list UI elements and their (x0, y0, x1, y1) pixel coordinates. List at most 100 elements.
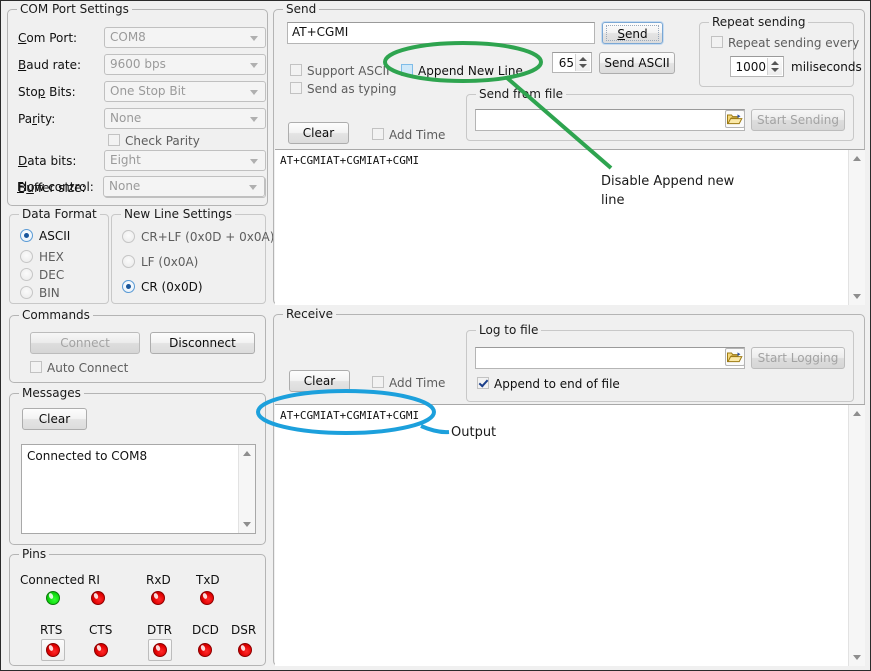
pin-led-dsr (238, 643, 252, 657)
repeat-sending-group: Repeat sending Repeat sending every 1000… (699, 22, 854, 87)
checkbox-box (372, 376, 384, 388)
messages-group: Messages Clear Connected to COM8 (9, 393, 266, 545)
repeat-interval-spinner[interactable]: 1000 (730, 56, 784, 77)
scroll-down-icon[interactable] (243, 522, 251, 527)
data-format-option-ascii[interactable]: ASCII (20, 229, 70, 243)
start-logging-button[interactable]: Start Logging (751, 347, 845, 369)
messages-scrollbar[interactable] (238, 445, 255, 533)
folder-open-icon[interactable] (725, 110, 745, 128)
annotation-text-disable-append: Disable Append new line (601, 172, 734, 210)
pin-label-cts: CTS (89, 623, 112, 637)
data-format-label-dec: DEC (39, 268, 64, 282)
scroll-up-icon[interactable] (243, 451, 251, 456)
send-ascii-button[interactable]: Send ASCII (599, 52, 675, 74)
receive-clear-label: Clear (304, 374, 335, 388)
folder-open-icon[interactable] (725, 348, 745, 366)
scroll-down-icon[interactable] (853, 294, 861, 299)
messages-log[interactable]: Connected to COM8 (21, 444, 256, 534)
receive-add-time-checkbox[interactable]: Add Time (372, 376, 445, 390)
send-clear-button[interactable]: Clear (288, 122, 349, 144)
send-ascii-label: Send ASCII (604, 56, 669, 70)
flow-control-label: Flow control: (17, 180, 94, 194)
pin-label-ri: RI (88, 573, 100, 587)
data-bits-label: Data bits: (18, 154, 76, 168)
receive-scrollbar[interactable] (848, 405, 865, 666)
append-new-line-label: Append New Line (418, 64, 523, 78)
chevron-down-icon (250, 159, 258, 164)
pin-label-connected: Connected (20, 573, 85, 587)
spinner-up-icon[interactable] (771, 61, 779, 65)
send-as-typing-checkbox[interactable]: Send as typing (290, 82, 396, 96)
connect-button[interactable]: Connect (30, 332, 140, 354)
check-parity-label: Check Parity (125, 134, 200, 148)
disconnect-button[interactable]: Disconnect (150, 332, 255, 354)
send-clear-label: Clear (303, 126, 334, 140)
com-port-select[interactable]: COM8 (104, 27, 266, 48)
radio-circle (20, 286, 33, 299)
scroll-up-icon[interactable] (853, 411, 861, 416)
spinner-buttons[interactable] (767, 58, 782, 75)
data-format-option-hex[interactable]: HEX (20, 250, 64, 264)
stop-bits-select[interactable]: One Stop Bit (104, 81, 266, 102)
radio-circle (122, 230, 135, 243)
receive-clear-button[interactable]: Clear (289, 370, 350, 392)
checkbox-box (108, 134, 120, 146)
data-format-option-bin[interactable]: BIN (20, 286, 60, 300)
repeat-sending-label: Repeat sending every (728, 36, 859, 50)
receive-output-area[interactable]: AT+CGMIAT+CGMIAT+CGMI (275, 404, 865, 666)
send-log-scrollbar[interactable] (848, 150, 865, 305)
log-file-path-input[interactable] (475, 347, 745, 369)
folder-open-glyph (726, 111, 744, 127)
pin-label-rts: RTS (40, 623, 62, 637)
send-add-time-checkbox[interactable]: Add Time (372, 128, 445, 142)
send-log-area[interactable]: AT+CGMIAT+CGMIAT+CGMI (275, 149, 865, 305)
send-file-path-input[interactable] (475, 109, 745, 131)
repeat-unit-label: miliseconds (791, 60, 862, 74)
send-group: Send AT+CGMI Send Support ASCII Append N… (273, 9, 865, 305)
start-sending-label: Start Sending (757, 113, 839, 127)
chevron-down-icon (250, 90, 258, 95)
new-line-option-crlf[interactable]: CR+LF (0x0D + 0x0A) (122, 230, 274, 244)
commands-title: Commands (19, 308, 93, 322)
baud-rate-select[interactable]: 9600 bps (104, 54, 266, 75)
send-command-value: AT+CGMI (292, 25, 348, 39)
checkbox-box (372, 128, 384, 140)
auto-connect-checkbox[interactable]: Auto Connect (30, 361, 128, 375)
scroll-down-icon[interactable] (853, 655, 861, 660)
append-new-line-checkbox[interactable]: Append New Line (401, 64, 523, 78)
messages-clear-button[interactable]: Clear (22, 408, 87, 430)
pin-label-dcd: DCD (192, 623, 219, 637)
data-format-group: Data Format ASCII HEX DEC BIN (9, 214, 109, 304)
pins-group: Pins Connected RI RxD TxD RTS CTS DTR DC… (9, 554, 266, 666)
start-sending-button[interactable]: Start Sending (751, 109, 845, 131)
data-format-option-dec[interactable]: DEC (20, 268, 64, 282)
spinner-down-icon[interactable] (579, 64, 587, 68)
check-parity-checkbox[interactable]: Check Parity (108, 134, 200, 148)
append-to-end-checkbox[interactable]: Append to end of file (477, 377, 620, 391)
chevron-down-icon (250, 117, 258, 122)
ascii-code-spinner[interactable]: 65 (552, 52, 592, 73)
repeat-sending-checkbox[interactable]: Repeat sending every (711, 36, 859, 50)
spinner-down-icon[interactable] (771, 68, 779, 72)
support-ascii-checkbox[interactable]: Support ASCII (290, 64, 390, 78)
commands-group: Commands Connect Disconnect Auto Connect (9, 315, 266, 383)
send-from-file-group: Send from file Start Sending (466, 94, 854, 141)
pin-led-ri (91, 591, 105, 605)
connect-label: Connect (60, 336, 110, 350)
spinner-up-icon[interactable] (579, 57, 587, 61)
chevron-down-icon (250, 36, 258, 41)
pin-label-dtr: DTR (147, 623, 172, 637)
messages-log-text: Connected to COM8 (27, 449, 237, 463)
data-bits-select[interactable]: Eight (104, 150, 266, 171)
chevron-down-icon (249, 185, 257, 190)
scroll-up-icon[interactable] (853, 156, 861, 161)
start-logging-label: Start Logging (758, 351, 839, 365)
send-command-input[interactable]: AT+CGMI (287, 22, 595, 44)
com-port-label: Com Port: (18, 31, 77, 45)
spinner-buttons[interactable] (575, 54, 590, 71)
new-line-option-cr[interactable]: CR (0x0D) (122, 280, 203, 294)
send-button[interactable]: Send (602, 22, 663, 44)
parity-select[interactable]: None (104, 108, 266, 129)
flow-control-select[interactable]: None (103, 176, 265, 197)
new-line-option-lf[interactable]: LF (0x0A) (122, 255, 198, 269)
